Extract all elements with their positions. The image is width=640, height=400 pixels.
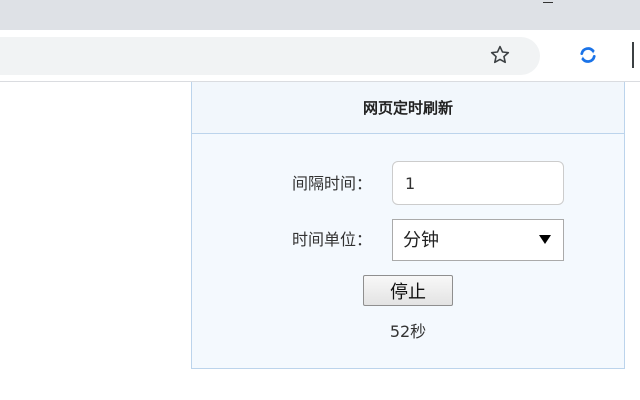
interval-label: 间隔时间：	[291, 174, 372, 193]
browser-toolbar	[0, 30, 640, 82]
browser-window: 网页定时刷新 间隔时间： 时间单位： 分钟 停止 52秒	[0, 0, 640, 400]
address-bar[interactable]	[0, 37, 540, 75]
popup-title: 网页定时刷新	[192, 82, 624, 134]
unit-label: 时间单位：	[291, 230, 372, 249]
dropdown-arrow-icon	[539, 235, 551, 244]
minimize-icon[interactable]	[540, 0, 556, 12]
refresh-popup: 网页定时刷新 间隔时间： 时间单位： 分钟 停止 52秒	[191, 82, 625, 369]
refresh-extension-icon-glyph	[580, 47, 596, 63]
unit-select[interactable]: 分钟	[392, 219, 564, 261]
star-outline-icon[interactable]	[484, 39, 516, 71]
unit-select-value: 分钟	[403, 230, 439, 251]
star-outline-icon-glyph	[490, 45, 510, 64]
countdown-text: 52秒	[389, 322, 427, 341]
browser-title-strip	[0, 0, 640, 30]
refresh-extension-icon[interactable]	[572, 39, 604, 71]
stop-button[interactable]: 停止	[363, 275, 453, 306]
interval-input[interactable]	[392, 161, 564, 205]
toolbar-divider	[632, 42, 634, 68]
